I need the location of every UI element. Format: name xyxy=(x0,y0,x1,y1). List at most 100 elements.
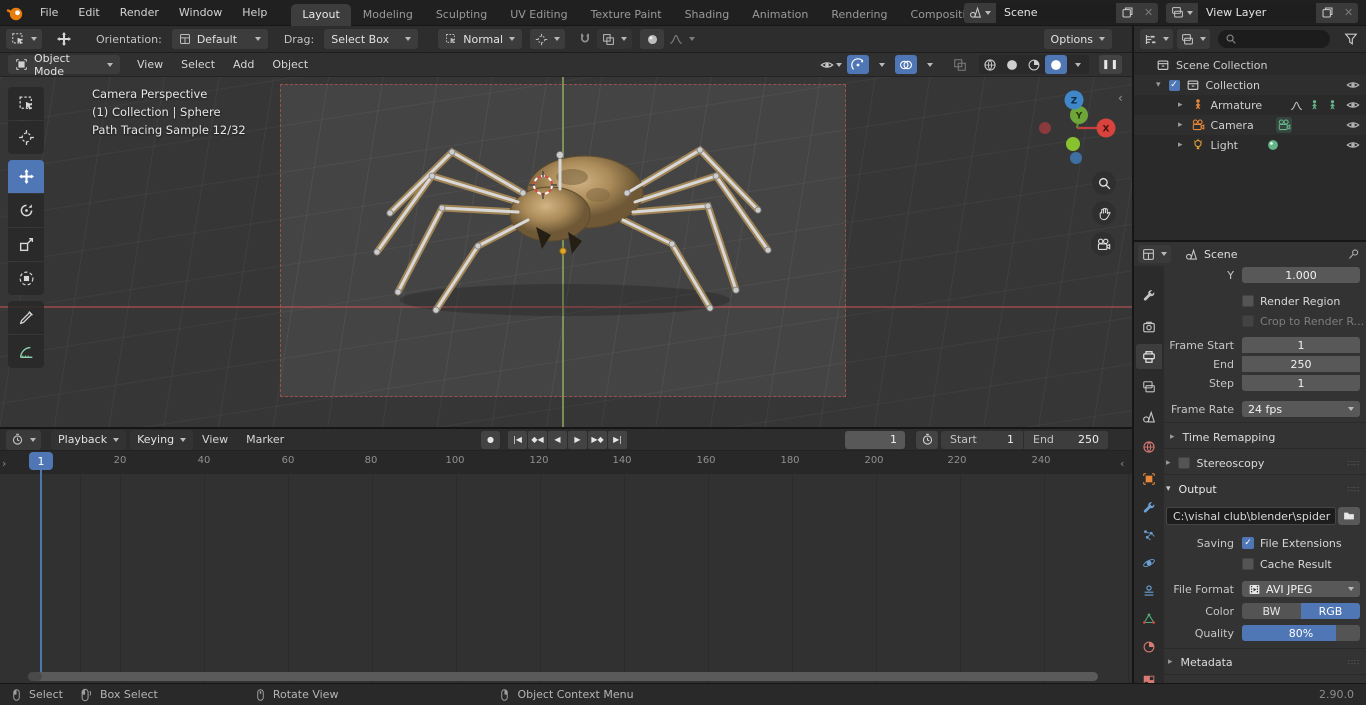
frame-end-widget[interactable]: End250 xyxy=(1024,431,1108,449)
browse-scene-button[interactable] xyxy=(964,3,996,23)
menu-select[interactable]: Select xyxy=(172,58,224,71)
sidebar-collapse-arrow[interactable]: ‹ xyxy=(1118,91,1123,105)
outliner-row-light[interactable]: ▸ Light xyxy=(1134,135,1366,155)
properties-tab-object-data[interactable] xyxy=(1136,606,1162,631)
menu-window[interactable]: Window xyxy=(169,0,232,26)
keying-dropdown[interactable]: Keying xyxy=(130,430,193,450)
snap-with-dropdown[interactable] xyxy=(597,29,632,49)
copy-view-layer-button[interactable] xyxy=(1316,3,1339,23)
orientation-dropdown[interactable]: Default xyxy=(172,29,268,49)
pivot-point-dropdown[interactable] xyxy=(530,29,565,49)
play-button[interactable]: ▶ xyxy=(568,431,587,449)
tab-animation[interactable]: Animation xyxy=(741,4,819,26)
shading-material-button[interactable] xyxy=(1023,55,1045,74)
playhead-line[interactable] xyxy=(40,470,42,672)
tab-shading[interactable]: Shading xyxy=(674,4,741,26)
tool-annotate[interactable] xyxy=(8,301,44,334)
resolution-y-field[interactable]: 1.000 xyxy=(1242,267,1360,283)
use-preview-range-button[interactable] xyxy=(916,431,938,449)
snap-magnet-toggle[interactable] xyxy=(573,29,597,49)
drag-dropdown[interactable]: Select Box xyxy=(324,29,418,49)
outliner-row-armature[interactable]: ▸ Armature xyxy=(1134,95,1366,115)
file-extensions-checkbox[interactable]: ✓ xyxy=(1242,537,1254,549)
tab-texture-paint[interactable]: Texture Paint xyxy=(580,4,673,26)
tab-layout[interactable]: Layout xyxy=(291,4,350,26)
color-bw-button[interactable]: BW xyxy=(1242,603,1301,619)
frame-step-field[interactable]: 1 xyxy=(1242,375,1360,391)
tool-cursor[interactable] xyxy=(8,121,44,154)
shading-dropdown[interactable] xyxy=(1067,55,1089,74)
playhead-frame-badge[interactable]: 1 xyxy=(29,452,53,470)
file-format-dropdown[interactable]: AVI JPEG xyxy=(1242,581,1360,597)
timeline-left-expand-arrow[interactable]: › xyxy=(2,457,6,470)
camera-view-button[interactable] xyxy=(1091,232,1115,256)
outliner-row-scene-collection[interactable]: Scene Collection xyxy=(1134,55,1366,75)
timeline-editor-type-dropdown[interactable] xyxy=(6,430,41,450)
scene-name[interactable]: Scene xyxy=(996,3,1116,23)
proportional-editing-toggle[interactable] xyxy=(640,29,664,49)
properties-tab-tool[interactable] xyxy=(1136,282,1162,307)
outliner-row-collection[interactable]: ▾ ✓ Collection xyxy=(1134,75,1366,95)
overlays-toggle[interactable] xyxy=(895,55,917,74)
properties-tab-material[interactable] xyxy=(1136,634,1162,659)
timeline-ruler[interactable]: 2040 6080 100120 140160 180200 220240 xyxy=(0,451,1132,474)
jump-to-end-button[interactable]: ▶| xyxy=(608,431,627,449)
shading-rendered-button[interactable] xyxy=(1045,55,1067,74)
filter-funnel-icon[interactable] xyxy=(1344,32,1358,46)
properties-tab-output[interactable] xyxy=(1136,344,1162,369)
record-button[interactable]: ● xyxy=(481,431,500,449)
outliner-filter-dropdown[interactable] xyxy=(1177,29,1210,49)
properties-tab-render[interactable] xyxy=(1136,314,1162,339)
render-region-checkbox[interactable] xyxy=(1242,295,1254,307)
timeline-tracks[interactable] xyxy=(0,474,1132,683)
timeline-menu-marker[interactable]: Marker xyxy=(237,433,293,446)
tab-sculpting[interactable]: Sculpting xyxy=(425,4,498,26)
current-frame-field[interactable]: 1 xyxy=(845,431,905,449)
stereoscopy-section[interactable]: ▸Stereoscopy∷∷ xyxy=(1164,454,1366,472)
properties-tab-physics[interactable] xyxy=(1136,550,1162,575)
browse-view-layer-button[interactable] xyxy=(1166,3,1198,23)
properties-tab-modifiers[interactable] xyxy=(1136,494,1162,519)
tool-scale[interactable] xyxy=(8,228,44,261)
pause-render-button[interactable]: ❚❚ xyxy=(1099,55,1122,74)
hide-collection-eye-icon[interactable] xyxy=(1346,78,1360,92)
zoom-button[interactable] xyxy=(1092,171,1116,195)
prev-keyframe-button[interactable]: ◆◀ xyxy=(528,431,547,449)
shading-solid-button[interactable] xyxy=(1001,55,1023,74)
snap-orientation-dropdown[interactable]: Normal xyxy=(438,29,522,49)
active-tool-dropdown[interactable] xyxy=(6,29,42,49)
menu-render[interactable]: Render xyxy=(110,0,169,26)
properties-tab-constraints[interactable] xyxy=(1136,578,1162,603)
output-section-header[interactable]: ▾Output∷∷ xyxy=(1164,480,1366,498)
cache-result-checkbox[interactable] xyxy=(1242,558,1254,570)
hide-armature-eye-icon[interactable] xyxy=(1346,98,1360,112)
timeline-right-collapse-arrow[interactable]: ‹ xyxy=(1120,457,1124,470)
xray-toggle[interactable] xyxy=(949,55,971,74)
delete-scene-button[interactable]: ✕ xyxy=(1139,3,1158,23)
tab-modeling[interactable]: Modeling xyxy=(352,4,424,26)
hide-camera-eye-icon[interactable] xyxy=(1346,118,1360,132)
properties-tab-scene[interactable] xyxy=(1136,404,1162,429)
tool-select-box[interactable] xyxy=(8,87,44,120)
frame-end-field[interactable]: 250 xyxy=(1242,356,1360,372)
metadata-section[interactable]: ▸Metadata∷∷ xyxy=(1164,653,1366,671)
jump-to-start-button[interactable]: |◀ xyxy=(508,431,527,449)
gizmos-dropdown[interactable] xyxy=(871,55,893,74)
properties-tab-world[interactable] xyxy=(1136,434,1162,459)
frame-start-field[interactable]: 1 xyxy=(1242,337,1360,353)
properties-tab-object[interactable] xyxy=(1136,466,1162,491)
tool-measure[interactable] xyxy=(8,335,44,368)
outliner-search-input[interactable] xyxy=(1218,30,1330,48)
pan-hand-button[interactable] xyxy=(1092,201,1116,225)
next-keyframe-button[interactable]: ▶◆ xyxy=(588,431,607,449)
falloff-dropdown[interactable] xyxy=(664,29,700,49)
properties-tab-texture[interactable] xyxy=(1136,668,1162,683)
menu-add[interactable]: Add xyxy=(224,58,263,71)
outliner-row-camera[interactable]: ▸ Camera xyxy=(1134,115,1366,135)
hide-light-eye-icon[interactable] xyxy=(1346,138,1360,152)
stereoscopy-checkbox[interactable] xyxy=(1178,457,1190,469)
menu-help[interactable]: Help xyxy=(232,0,277,26)
move-gizmo-icon[interactable] xyxy=(56,31,72,47)
menu-edit[interactable]: Edit xyxy=(68,0,109,26)
pin-icon[interactable] xyxy=(1347,248,1360,261)
